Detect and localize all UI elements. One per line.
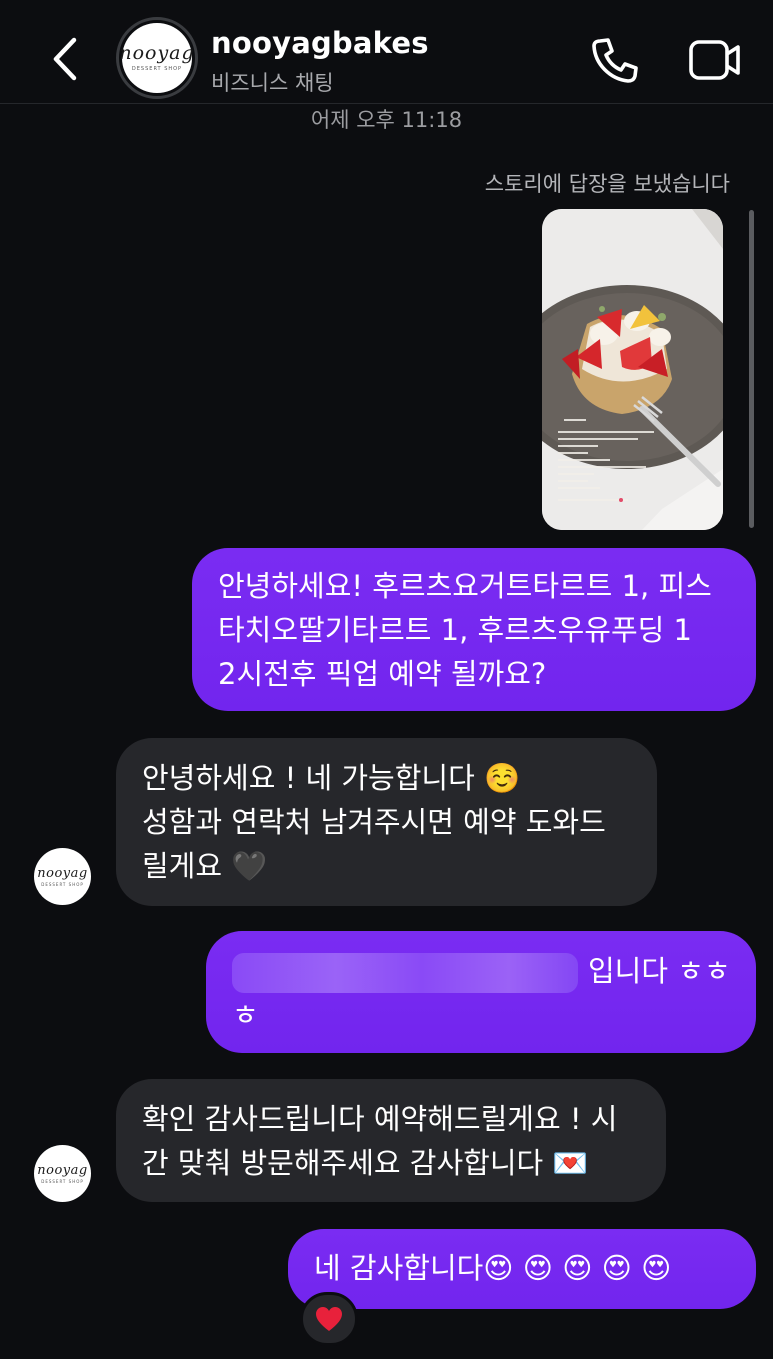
message-line: ㅎ bbox=[232, 998, 259, 1032]
avatar-logo: nooyag bbox=[119, 42, 195, 64]
video-camera-icon bbox=[689, 40, 740, 80]
video-call-button[interactable] bbox=[688, 38, 742, 82]
voice-call-button[interactable] bbox=[590, 36, 640, 84]
outgoing-message[interactable]: 입니다 ㅎㅎ ㅎ bbox=[206, 931, 756, 1053]
contact-name[interactable]: nooyagbakes bbox=[211, 26, 429, 60]
story-reply-caption: 스토리에 답장을 보냈습니다 bbox=[484, 172, 730, 196]
message-line: 2시전후 픽업 예약 될까요? bbox=[218, 657, 547, 691]
avatar-logo: nooyag bbox=[37, 865, 88, 881]
message-line: 안녕하세요! 후르츠요거트타르트 1, 피스 bbox=[218, 569, 712, 603]
sender-avatar[interactable]: nooyag DESSERT SHOP bbox=[34, 848, 91, 905]
avatar-logo-sub: DESSERT SHOP bbox=[131, 66, 183, 72]
sender-avatar[interactable]: nooyag DESSERT SHOP bbox=[34, 1145, 91, 1202]
message-line: 네 감사합니다😍 😍 😍 😍 😍 bbox=[314, 1251, 672, 1285]
profile-avatar[interactable]: nooyag DESSERT SHOP bbox=[116, 17, 198, 99]
message-line: 성함과 연락처 남겨주시면 예약 도와드 bbox=[142, 805, 606, 839]
message-line: 간 맞춰 방문해주세요 감사합니다 💌 bbox=[142, 1146, 589, 1180]
chat-header: nooyag DESSERT SHOP nooyagbakes 비즈니스 채팅 bbox=[0, 0, 773, 104]
blurred-personal-info bbox=[232, 953, 578, 993]
heart-reaction[interactable] bbox=[300, 1292, 358, 1346]
phone-icon bbox=[592, 38, 638, 83]
contact-subtitle: 비즈니스 채팅 bbox=[211, 71, 334, 95]
message-line: 타치오딸기타르트 1, 후르츠우유푸딩 1 bbox=[218, 613, 692, 647]
message-text: 입니다 ㅎㅎ bbox=[588, 954, 731, 988]
incoming-message[interactable]: 안녕하세요 ! 네 가능합니다 ☺️ 성함과 연락처 남겨주시면 예약 도와드 … bbox=[116, 738, 657, 906]
outgoing-message[interactable]: 네 감사합니다😍 😍 😍 😍 😍 bbox=[288, 1229, 756, 1309]
back-chevron-icon bbox=[53, 37, 77, 81]
heart-icon bbox=[316, 1307, 342, 1331]
scrollbar[interactable] bbox=[749, 210, 754, 528]
message-timestamp: 어제 오후 11:18 bbox=[310, 108, 463, 132]
incoming-message[interactable]: 확인 감사드립니다 예약해드릴게요 ! 시 간 맞춰 방문해주세요 감사합니다 … bbox=[116, 1079, 666, 1202]
avatar-logo-sub: DESSERT SHOP bbox=[41, 1178, 84, 1184]
message-line: 확인 감사드립니다 예약해드릴게요 ! 시 bbox=[142, 1102, 618, 1136]
message-line: 릴게요 🖤 bbox=[142, 849, 268, 883]
story-dessert-image bbox=[542, 209, 723, 530]
back-button[interactable] bbox=[42, 34, 92, 84]
dm-thread-screen: nooyag DESSERT SHOP nooyagbakes 비즈니스 채팅 … bbox=[0, 0, 773, 1359]
message-line: 입니다 ㅎㅎ bbox=[232, 949, 736, 993]
story-thumbnail[interactable] bbox=[542, 209, 723, 530]
outgoing-message[interactable]: 안녕하세요! 후르츠요거트타르트 1, 피스 타치오딸기타르트 1, 후르츠우유… bbox=[192, 548, 756, 711]
avatar-logo-sub: DESSERT SHOP bbox=[41, 881, 84, 887]
avatar-logo: nooyag bbox=[37, 1162, 88, 1178]
message-line: 안녕하세요 ! 네 가능합니다 ☺️ bbox=[142, 761, 521, 795]
